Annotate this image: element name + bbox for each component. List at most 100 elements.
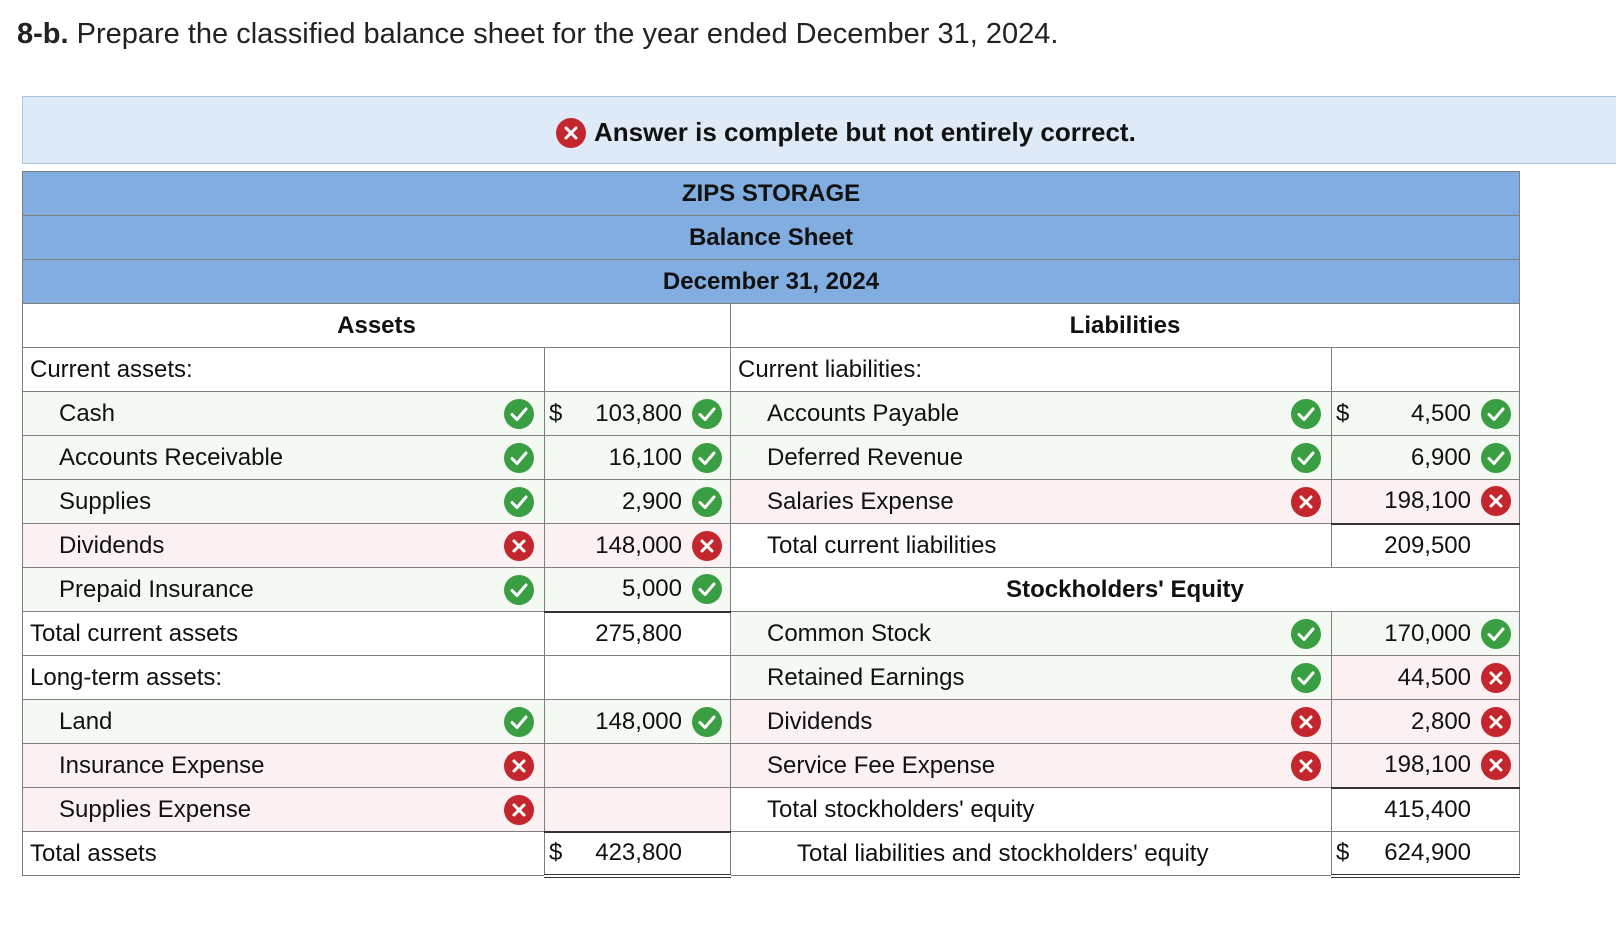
equity-label-cell[interactable]: Retained Earnings (730, 655, 1332, 700)
equity-label-cell[interactable]: Dividends (730, 699, 1332, 744)
equity-label-cell[interactable]: Service Fee Expense (730, 743, 1332, 788)
current-assets-heading: Current assets: (22, 347, 545, 392)
asset-label-cell[interactable]: Land (22, 699, 545, 744)
question-text: Prepare the classified balance sheet for… (76, 18, 1059, 50)
liability-label-cell[interactable]: Deferred Revenue (730, 435, 1332, 480)
asset-label-cell[interactable]: Dividends (22, 523, 545, 568)
incorrect-icon (1291, 750, 1321, 781)
equity-amount-cell[interactable]: 198,100 (1330, 743, 1521, 789)
asset-label: Insurance Expense (59, 751, 265, 779)
liability-amount-cell[interactable]: 6,900 (1330, 435, 1521, 480)
asset-label: Cash (59, 399, 116, 427)
correct-icon (692, 706, 722, 737)
asset-amount-cell[interactable]: 16,100 (544, 435, 731, 480)
asset-amount-cell[interactable]: 2,900 (544, 479, 731, 524)
incorrect-icon (504, 530, 534, 561)
correct-icon (504, 706, 534, 737)
empty-cell (544, 347, 731, 392)
equity-amount: 198,100 (1384, 751, 1472, 779)
asset-label-cell[interactable]: Cash (22, 391, 545, 436)
dollar-sign: $ (549, 399, 563, 427)
statement-name: Balance Sheet (21, 215, 1521, 260)
asset-label-cell[interactable]: Prepaid Insurance (22, 567, 545, 612)
result-banner: Answer is complete but not entirely corr… (22, 96, 1616, 164)
correct-icon (504, 486, 534, 517)
question-prompt: 8-b. Prepare the classified balance shee… (17, 18, 1058, 51)
equity-amount-cell[interactable]: 2,800 (1330, 699, 1521, 744)
statement-date: December 31, 2024 (21, 259, 1521, 304)
asset-amount: 2,900 (621, 487, 682, 515)
asset-amount-cell[interactable]: $103,800 (544, 391, 731, 436)
equity-label: Dividends (767, 707, 873, 735)
equity-label: Service Fee Expense (767, 751, 996, 779)
liability-label: Accounts Payable (767, 399, 960, 427)
equity-label-cell[interactable]: Common Stock (730, 611, 1332, 656)
incorrect-icon (1481, 662, 1512, 693)
liability-amount: 4,500 (1410, 399, 1472, 427)
correct-icon (1291, 662, 1321, 693)
current-liabilities-heading: Current liabilities: (730, 347, 1332, 392)
correct-icon (692, 442, 722, 473)
total-liabilities-equity-label: Total liabilities and stockholders' equi… (730, 831, 1332, 876)
liability-label-cell[interactable]: Accounts Payable (730, 391, 1332, 436)
asset-label-cell[interactable]: Accounts Receivable (22, 435, 545, 480)
equity-amount-cell[interactable]: 170,000 (1330, 611, 1521, 656)
total-liabilities-equity: 624,900 (1384, 838, 1472, 866)
correct-icon (1481, 442, 1512, 473)
asset-label-cell[interactable]: Supplies (22, 479, 545, 524)
correct-icon (1481, 618, 1512, 649)
equity-label: Retained Earnings (767, 663, 965, 691)
asset-amount-cell[interactable]: 148,000 (544, 699, 731, 744)
correct-icon (692, 574, 722, 605)
asset-amount-cell[interactable]: 148,000 (544, 523, 731, 568)
equity-label: Common Stock (767, 619, 932, 647)
result-banner-text: Answer is complete but not entirely corr… (594, 117, 1136, 147)
correct-icon (504, 398, 534, 429)
asset-label: Land (59, 707, 113, 735)
total-liabilities-equity-cell: $624,900 (1330, 831, 1521, 878)
asset-amount-cell[interactable] (544, 743, 731, 788)
correct-icon (1481, 398, 1512, 429)
incorrect-icon (504, 794, 534, 825)
correct-icon (692, 486, 722, 517)
asset-amount-cell[interactable]: 5,000 (544, 567, 731, 613)
liability-amount-cell[interactable]: 198,100 (1330, 479, 1521, 525)
equity-amount: 170,000 (1384, 619, 1472, 647)
asset-label: Accounts Receivable (59, 443, 284, 471)
asset-amount: 5,000 (621, 575, 682, 603)
liability-label-cell[interactable]: Salaries Expense (730, 479, 1332, 524)
incorrect-icon (692, 530, 722, 561)
total-current-assets-label: Total current assets (22, 611, 545, 656)
incorrect-icon (556, 117, 586, 148)
equity-amount-cell[interactable]: 44,500 (1330, 655, 1521, 700)
liability-amount-cell[interactable]: $4,500 (1330, 391, 1521, 436)
asset-amount-cell[interactable] (544, 787, 731, 833)
stockholders-equity-heading: Stockholders' Equity (729, 567, 1521, 612)
assets-column-header: Assets (22, 303, 731, 348)
correct-icon (692, 398, 722, 429)
asset-label-cell[interactable]: Supplies Expense (22, 787, 545, 832)
asset-amount: 103,800 (595, 399, 682, 427)
liability-amount: 6,900 (1410, 443, 1472, 471)
liability-label: Salaries Expense (767, 487, 954, 515)
asset-label: Supplies (59, 487, 152, 515)
incorrect-icon (1481, 486, 1512, 517)
empty-cell (544, 655, 731, 700)
correct-icon (1291, 442, 1321, 473)
dollar-sign: $ (549, 839, 563, 866)
total-current-liabilities-cell: 209,500 (1330, 523, 1521, 568)
liability-label: Deferred Revenue (767, 443, 964, 471)
correct-icon (1291, 618, 1321, 649)
total-current-liabilities-label: Total current liabilities (730, 523, 1332, 568)
total-stockholders-equity: 415,400 (1384, 795, 1472, 823)
total-current-assets: 275,800 (595, 619, 682, 647)
incorrect-icon (1481, 706, 1512, 737)
correct-icon (504, 442, 534, 473)
long-term-assets-heading: Long-term assets: (22, 655, 545, 700)
asset-label-cell[interactable]: Insurance Expense (22, 743, 545, 788)
total-assets-cell: $423,800 (544, 831, 731, 878)
equity-amount: 44,500 (1397, 663, 1472, 691)
company-name: ZIPS STORAGE (21, 171, 1521, 216)
asset-label: Supplies Expense (59, 795, 252, 823)
balance-sheet-table: ZIPS STORAGE Balance Sheet December 31, … (21, 171, 1521, 878)
